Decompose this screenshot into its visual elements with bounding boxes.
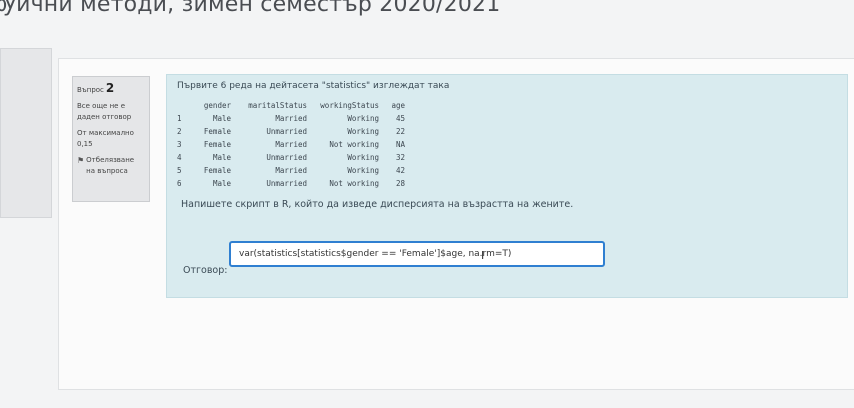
flag-icon: ⚑ [77, 156, 85, 165]
row-index: 4 [177, 153, 182, 162]
cell-marital: Unmarried [266, 127, 307, 136]
cell-gender: Male [212, 114, 231, 123]
cell-age: 32 [395, 153, 405, 162]
table-row: 6 Male Unmarried Not working 28 [173, 177, 409, 190]
cell-age: 22 [395, 127, 405, 136]
question-status: Все още не е даден отговор [77, 102, 132, 121]
cell-working: Working [347, 127, 379, 136]
cell-gender: Male [212, 179, 231, 188]
cell-gender: Female [203, 127, 231, 136]
course-title: ѹични методи, зимен семестър 2020/2021 [0, 0, 501, 17]
question-number: Въпрос 2 [77, 81, 145, 95]
question-label: Въпрос [77, 86, 104, 94]
side-block [0, 48, 52, 218]
table-header: workingStatus [320, 101, 379, 110]
flag-question-button[interactable]: ⚑ Отбелязване на въпроса [77, 155, 145, 177]
cell-gender: Female [203, 166, 231, 175]
question-number-value: 2 [105, 81, 115, 95]
cell-marital: Unmarried [266, 179, 307, 188]
answer-input[interactable] [229, 241, 605, 267]
cell-age: NA [395, 140, 405, 149]
table-header: age [391, 101, 405, 110]
flag-question-label: Отбелязване на въпроса [86, 156, 135, 175]
row-index: 5 [177, 166, 182, 175]
table-header: gender [203, 101, 231, 110]
cell-gender: Female [203, 140, 231, 149]
row-index: 1 [177, 114, 182, 123]
answer-label: Отговор: [183, 265, 228, 276]
table-row: 5 Female Married Working 42 [173, 164, 409, 177]
row-index: 3 [177, 140, 182, 149]
table-header: maritalStatus [248, 101, 307, 110]
table-header-row: gender maritalStatus workingStatus age [173, 99, 409, 112]
row-index: 6 [177, 179, 182, 188]
cell-age: 45 [395, 114, 405, 123]
row-index: 2 [177, 127, 182, 136]
question-prompt: Напишете скрипт в R, който да изведе дис… [181, 199, 574, 210]
cell-marital: Married [275, 140, 307, 149]
cell-working: Working [347, 114, 379, 123]
cell-working: Working [347, 153, 379, 162]
cell-working: Not working [329, 179, 379, 188]
question-max-points: От максимално 0,15 [77, 129, 134, 148]
table-row: 3 Female Married Not working NA [173, 138, 409, 151]
cell-marital: Married [275, 114, 307, 123]
cell-marital: Unmarried [266, 153, 307, 162]
text-cursor-icon: I [481, 249, 485, 262]
dataset-table: gender maritalStatus workingStatus age 1… [173, 99, 409, 190]
question-info: Въпрос 2 Все още не е даден отговор От м… [72, 76, 150, 202]
cell-age: 42 [395, 166, 405, 175]
question-intro: Първите 6 реда на дейтасета "statistics"… [177, 81, 450, 91]
cell-working: Working [347, 166, 379, 175]
cell-marital: Married [275, 166, 307, 175]
table-row: 4 Male Unmarried Working 32 [173, 151, 409, 164]
cell-gender: Male [212, 153, 231, 162]
question-content: Първите 6 реда на дейтасета "statistics"… [166, 74, 848, 298]
table-row: 1 Male Married Working 45 [173, 112, 409, 125]
table-row: 2 Female Unmarried Working 22 [173, 125, 409, 138]
cell-working: Not working [329, 140, 379, 149]
cell-age: 28 [395, 179, 405, 188]
